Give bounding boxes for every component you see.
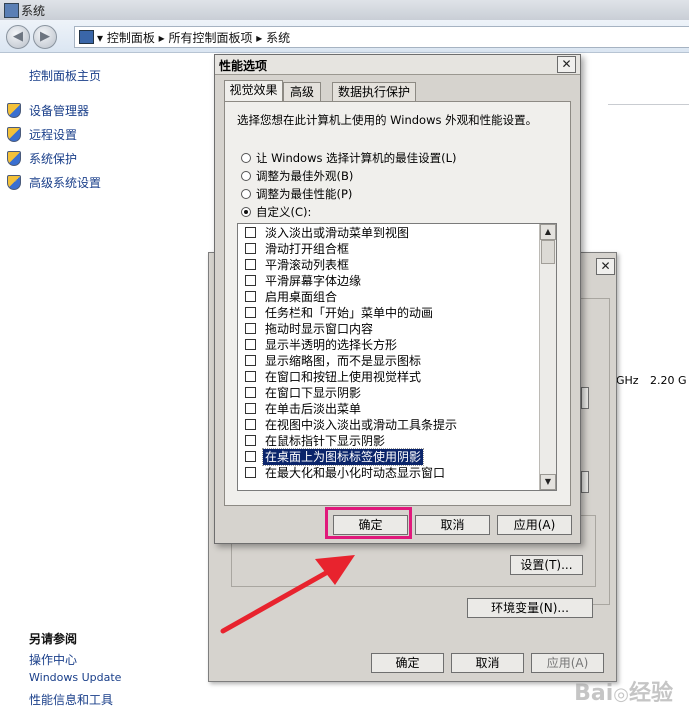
back-cancel-button[interactable]: 取消 [451,653,524,673]
breadcrumb[interactable]: ▾ 控制面板 ▸ 所有控制面板项 ▸ 系统 [97,29,290,46]
advanced-system-settings-link[interactable]: 高级系统设置 [29,174,101,191]
system-window-icon [4,3,19,18]
partial-button[interactable] [581,471,589,493]
annotation-arrow-icon [220,555,355,634]
list-item[interactable]: 显示缩略图，而不是显示图标 [241,353,541,369]
partial-button[interactable] [581,387,589,409]
radio-let-windows-choose[interactable] [241,153,251,163]
back-button[interactable]: ◀ [6,25,30,49]
checkbox[interactable] [245,339,256,350]
checkbox[interactable] [245,355,256,366]
shield-icon [7,175,21,190]
list-item-selected[interactable]: 在桌面上为图标标签使用阴影 [241,448,541,466]
checkbox[interactable] [245,275,256,286]
checkbox[interactable] [245,451,256,462]
radio-label: 自定义(C): [256,205,312,219]
environment-variables-button[interactable]: 环境变量(N)... [467,598,593,618]
radio-best-performance[interactable] [241,189,251,199]
list-item[interactable]: 淡入淡出或滑动菜单到视图 [241,225,541,241]
window-title: 系统 [21,4,46,18]
list-item[interactable]: 平滑屏幕字体边缘 [241,273,541,289]
system-protection-link[interactable]: 系统保护 [29,150,77,167]
list-item[interactable]: 在鼠标指针下显示阴影 [241,433,541,449]
action-center-link[interactable]: 操作中心 [29,651,77,668]
checkbox[interactable] [245,371,256,382]
scroll-thumb[interactable] [541,240,555,264]
apply-button[interactable]: 应用(A) [497,515,572,535]
shield-icon [7,151,21,166]
settings-button[interactable]: 设置(T)... [510,555,583,575]
back-apply-button[interactable]: 应用(A) [531,653,604,673]
shield-icon [7,127,21,142]
list-item[interactable]: 启用桌面组合 [241,289,541,305]
list-item[interactable]: 任务栏和「开始」菜单中的动画 [241,305,541,321]
cpu-speed-a: GHz [616,374,639,387]
radio-label: 让 Windows 选择计算机的最佳设置(L) [256,151,457,165]
shield-icon [7,103,21,118]
list-item[interactable]: 拖动时显示窗口内容 [241,321,541,337]
checkbox[interactable] [245,307,256,318]
radio-label: 调整为最佳性能(P) [256,187,353,201]
cancel-button[interactable]: 取消 [415,515,490,535]
checkbox[interactable] [245,435,256,446]
windows-update-link[interactable]: Windows Update [29,671,121,684]
forward-button[interactable]: ▶ [33,25,57,49]
divider [608,104,689,105]
tab-advanced[interactable]: 高级 [283,82,321,101]
list-item[interactable]: 在视图中淡入淡出或滑动工具条提示 [241,417,541,433]
list-item[interactable]: 滑动打开组合框 [241,241,541,257]
see-also-heading: 另请参阅 [29,632,78,646]
radio-label: 调整为最佳外观(B) [256,169,354,183]
checkbox[interactable] [245,403,256,414]
window-title-bar: 系统 [0,0,689,21]
description-text: 选择您想在此计算机上使用的 Windows 外观和性能设置。 [237,113,538,127]
tab-dep[interactable]: 数据执行保护 [332,82,416,101]
checkbox[interactable] [245,419,256,430]
visual-effects-list[interactable]: 淡入淡出或滑动菜单到视图 滑动打开组合框 平滑滚动列表框 平滑屏幕字体边缘 启用… [237,223,557,491]
list-item[interactable]: 平滑滚动列表框 [241,257,541,273]
back-ok-button[interactable]: 确定 [371,653,444,673]
scroll-up-icon[interactable]: ▲ [540,224,556,240]
performance-tools-link[interactable]: 性能信息和工具 [29,691,113,708]
close-icon[interactable]: ✕ [557,56,576,73]
radio-best-appearance[interactable] [241,171,251,181]
control-panel-icon [79,30,94,44]
list-item[interactable]: 在窗口下显示阴影 [241,385,541,401]
cpu-speed-b: 2.20 G [650,374,687,387]
checkbox[interactable] [245,467,256,478]
list-item[interactable]: 显示半透明的选择长方形 [241,337,541,353]
address-bar[interactable]: ▾ 控制面板 ▸ 所有控制面板项 ▸ 系统 [74,26,689,48]
performance-options-dialog: 性能选项 ✕ 视觉效果 高级 数据执行保护 选择您想在此计算机上使用的 Wind… [214,54,581,544]
list-item[interactable]: 在单击后淡出菜单 [241,401,541,417]
dialog-title: 性能选项 [219,59,268,73]
dialog-title-bar: 性能选项 ✕ [215,55,580,75]
checkbox[interactable] [245,243,256,254]
close-icon[interactable]: ✕ [596,258,615,275]
radio-custom[interactable] [241,207,251,217]
checkbox[interactable] [245,323,256,334]
checkbox[interactable] [245,259,256,270]
checkbox[interactable] [245,227,256,238]
list-item[interactable]: 在窗口和按钮上使用视觉样式 [241,369,541,385]
device-manager-link[interactable]: 设备管理器 [29,102,89,119]
list-item[interactable]: 在最大化和最小化时动态显示窗口 [241,465,541,481]
highlight-box [325,507,412,539]
scroll-down-icon[interactable]: ▼ [540,474,556,490]
checkbox[interactable] [245,291,256,302]
tab-visual-effects[interactable]: 视觉效果 [224,80,283,102]
watermark: Bai◎经验 [574,681,673,706]
checkbox[interactable] [245,387,256,398]
control-panel-home-link[interactable]: 控制面板主页 [29,67,101,84]
remote-settings-link[interactable]: 远程设置 [29,126,77,143]
list-scrollbar[interactable]: ▲ ▼ [539,224,556,490]
